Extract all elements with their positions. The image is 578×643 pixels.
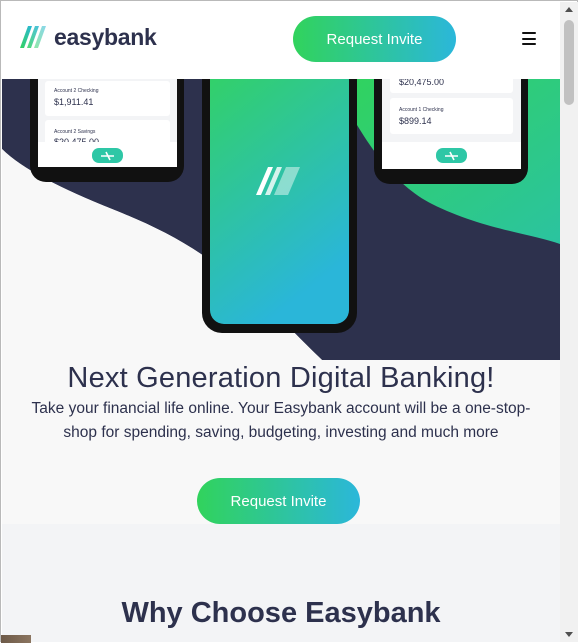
center-phone-mockup — [202, 79, 357, 333]
hero-request-invite-button[interactable]: Request Invite — [197, 478, 360, 524]
vertical-scrollbar[interactable] — [560, 2, 578, 642]
scroll-thumb[interactable] — [564, 20, 574, 105]
hero-description: Take your financial life online. Your Ea… — [2, 397, 560, 445]
hero-illustration: Account 2 Checking $1,911.41 Account 2 S… — [2, 79, 560, 360]
left-phone-mockup: Account 2 Checking $1,911.41 Account 2 S… — [30, 79, 184, 182]
why-title: Why Choose Easybank — [121, 597, 441, 629]
easybank-logo-icon — [20, 26, 46, 48]
right-phone-account-2-balance: $899.14 — [399, 116, 432, 126]
why-section: Why Choose Easybank — [2, 524, 560, 642]
left-phone-account-2-name: Account 2 Savings — [54, 129, 96, 135]
request-invite-button[interactable]: Request Invite — [293, 16, 456, 62]
scroll-up-arrow-icon[interactable] — [565, 7, 573, 12]
hero-description-line-2: shop for spending, saving, budgeting, in… — [63, 424, 499, 441]
right-phone-mockup: $20,475.00 Account 1 Checking $899.14 — [374, 79, 528, 184]
site-header: easybank Request Invite — [2, 2, 560, 79]
left-phone-account-1-name: Account 2 Checking — [54, 88, 99, 94]
right-phone-account-2-name: Account 1 Checking — [399, 107, 444, 113]
right-phone-account-1-balance: $20,475.00 — [399, 79, 444, 87]
left-phone-account-1-balance: $1,911.41 — [54, 97, 93, 107]
logo[interactable]: easybank — [20, 24, 157, 50]
hero-description-line-1: Take your financial life online. Your Ea… — [31, 400, 531, 417]
scroll-down-arrow-icon[interactable] — [565, 632, 573, 637]
hamburger-icon[interactable] — [522, 32, 536, 45]
page-viewport: easybank Request Invite Account 2 Checki… — [2, 2, 560, 642]
logo-text: easybank — [54, 24, 157, 50]
hero-title: Next Generation Digital Banking! — [67, 362, 495, 394]
